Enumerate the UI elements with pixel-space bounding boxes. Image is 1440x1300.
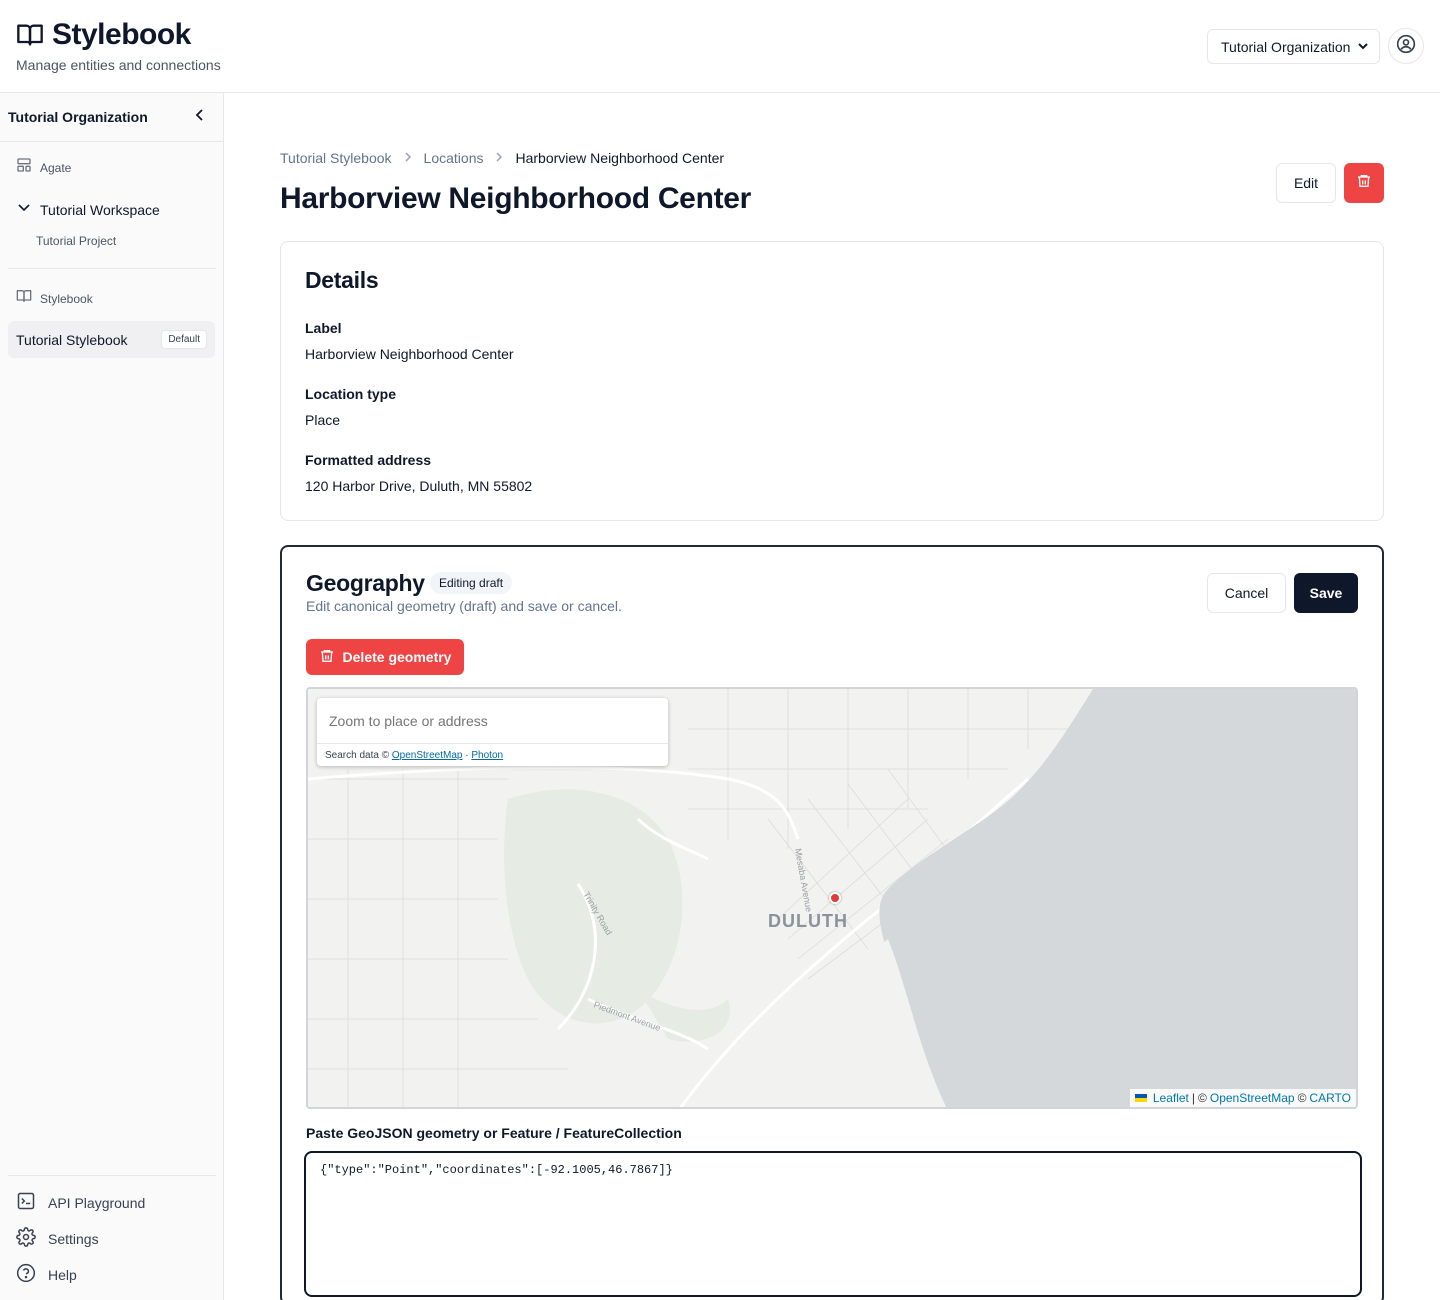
organization-select-value: Tutorial Organization (1221, 38, 1351, 55)
sidebar-item-label: Agate (40, 160, 72, 175)
search-credit-osm-link[interactable]: OpenStreetMap (392, 750, 463, 761)
map-search-box: Search data © OpenStreetMap · Photon (317, 698, 668, 766)
geography-title: Geography (306, 570, 425, 596)
search-credit-prefix: Search data © (325, 750, 390, 761)
details-title: Details (305, 267, 379, 293)
sidebar-item-label: Tutorial Workspace (40, 201, 160, 218)
organization-select[interactable]: Tutorial Organization (1207, 29, 1380, 64)
layout-icon (16, 157, 32, 178)
sidebar-item-label: Stylebook (40, 291, 93, 306)
details-card: Details Label Harborview Neighborhood Ce… (280, 241, 1384, 521)
sidebar-item-help[interactable]: Help (16, 1263, 77, 1286)
chevron-down-icon (1357, 39, 1369, 55)
field-label: Label (305, 320, 342, 336)
trash-icon (1356, 173, 1372, 194)
sidebar-item-label: Help (48, 1266, 77, 1283)
sidebar-item-settings[interactable]: Settings (16, 1227, 99, 1250)
search-credit-photon-link[interactable]: Photon (471, 750, 503, 761)
field-value: 120 Harbor Drive, Duluth, MN 55802 (305, 478, 533, 494)
field-value: Place (305, 412, 341, 428)
edit-button[interactable]: Edit (1276, 163, 1336, 203)
breadcrumb-stylebook-link[interactable]: Tutorial Stylebook (280, 150, 392, 166)
search-credit-separator: · (465, 750, 469, 761)
save-button[interactable]: Save (1294, 573, 1358, 613)
user-circle-icon (1396, 34, 1416, 59)
attribution-copyright: © (1297, 1091, 1307, 1105)
sidebar-item-stylebook[interactable]: Stylebook (16, 288, 93, 309)
default-badge: Default (161, 330, 207, 349)
chevron-down-icon (16, 199, 32, 220)
brand: Stylebook (16, 18, 191, 52)
geography-card: Geography Editing draft Edit canonical g… (280, 545, 1384, 1300)
user-menu-button[interactable] (1388, 28, 1424, 64)
osm-link[interactable]: OpenStreetMap (1210, 1091, 1295, 1105)
carto-link[interactable]: CARTO (1309, 1091, 1351, 1105)
trash-icon (319, 648, 335, 667)
attribution-copyright: © (1198, 1091, 1207, 1105)
cancel-button[interactable]: Cancel (1207, 573, 1286, 613)
page-title: Harborview Neighborhood Center (280, 182, 752, 215)
delete-geometry-button[interactable]: Delete geometry (306, 639, 464, 675)
sidebar-item-label: Settings (48, 1230, 99, 1247)
editing-draft-badge: Editing draft (430, 572, 513, 594)
field-value: Harborview Neighborhood Center (305, 346, 514, 362)
geography-subtitle: Edit canonical geometry (draft) and save… (306, 598, 622, 614)
map-attribution: Leaflet | © OpenStreetMap © CARTO (1129, 1089, 1356, 1107)
chevron-left-icon (195, 108, 203, 121)
sidebar-item-api-playground[interactable]: API Playground (16, 1191, 145, 1214)
sidebar-item-tutorial-stylebook[interactable]: Tutorial Stylebook Default (8, 321, 215, 358)
breadcrumb-current: Harborview Neighborhood Center (515, 150, 725, 166)
map-search-input[interactable] (317, 698, 668, 744)
breadcrumb: Tutorial Stylebook Locations Harborview … (280, 150, 724, 166)
field-label: Formatted address (305, 452, 432, 468)
sidebar-item-label: Tutorial Project (36, 234, 117, 248)
sidebar-item-workspace[interactable]: Tutorial Workspace (16, 199, 160, 220)
sidebar-divider (8, 268, 216, 269)
sidebar-item-project[interactable]: Tutorial Project (36, 234, 116, 248)
leaflet-link[interactable]: Leaflet (1153, 1091, 1189, 1105)
sidebar-item-label: API Playground (48, 1194, 146, 1211)
help-icon (16, 1263, 36, 1286)
search-credit: Search data © OpenStreetMap · Photon (325, 750, 503, 761)
attribution-separator: | (1191, 1091, 1196, 1105)
top-header: Stylebook Manage entities and connection… (0, 0, 1440, 93)
sidebar-org-name: Tutorial Organization (8, 109, 148, 125)
book-open-icon (16, 288, 32, 309)
breadcrumb-locations-link[interactable]: Locations (424, 150, 484, 166)
sidebar-header: Tutorial Organization (0, 93, 223, 142)
sidebar: Tutorial Organization Agate Tutorial Wor… (0, 93, 224, 1300)
city-label: DULUTH (768, 911, 848, 931)
app-subtitle: Manage entities and connections (16, 57, 221, 73)
geojson-label: Paste GeoJSON geometry or Feature / Feat… (306, 1125, 682, 1141)
book-open-icon (16, 21, 44, 49)
sidebar-item-label: Tutorial Stylebook (16, 331, 128, 348)
collapse-sidebar-button[interactable] (193, 108, 207, 127)
app-title: Stylebook (52, 18, 191, 51)
location-marker[interactable] (829, 892, 841, 904)
sidebar-divider (8, 1175, 216, 1176)
gear-icon (16, 1227, 36, 1250)
delete-location-button[interactable] (1344, 163, 1384, 203)
map-view[interactable]: Trinity Road Piedmont Avenue Mesaba Aven… (306, 687, 1358, 1109)
terminal-icon (16, 1191, 36, 1214)
chevron-right-icon (493, 150, 505, 166)
chevron-right-icon (402, 150, 414, 166)
field-label: Location type (305, 386, 397, 402)
geojson-textarea[interactable]: {"type":"Point","coordinates":[-92.1005,… (304, 1151, 1362, 1297)
sidebar-item-agate[interactable]: Agate (16, 157, 71, 178)
ukraine-flag-icon (1134, 1094, 1147, 1102)
delete-geometry-label: Delete geometry (342, 649, 452, 665)
